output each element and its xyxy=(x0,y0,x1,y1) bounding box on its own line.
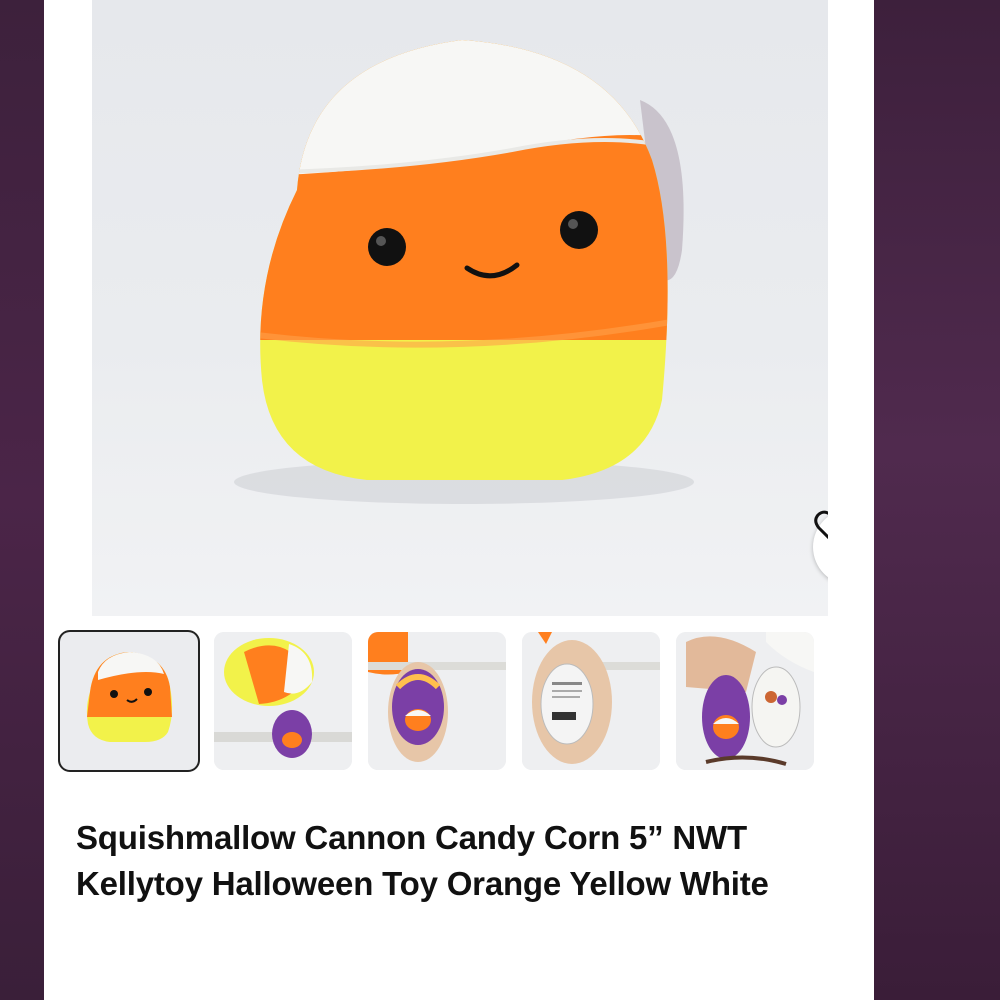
thumbnail-3[interactable] xyxy=(368,632,506,770)
thumbnail-strip xyxy=(58,630,840,772)
thumbnail-4[interactable] xyxy=(522,632,660,770)
plush-illustration xyxy=(234,40,694,504)
listing-card: Squishmallow Cannon Candy Corn 5” NWT Ke… xyxy=(44,0,874,1000)
thumbnail-2-image xyxy=(214,632,352,770)
thumbnail-1-image xyxy=(60,632,198,770)
thumbnail-5-image xyxy=(676,632,814,770)
thumbnail-2[interactable] xyxy=(214,632,352,770)
thumbnail-3-image xyxy=(368,632,506,770)
background-right xyxy=(874,0,1000,1000)
product-title: Squishmallow Cannon Candy Corn 5” NWT Ke… xyxy=(76,819,769,902)
thumbnail-5[interactable] xyxy=(676,632,814,770)
background-left xyxy=(0,0,44,1000)
thumbnail-4-image xyxy=(522,632,660,770)
main-product-image[interactable] xyxy=(92,0,828,616)
heart-icon xyxy=(814,510,828,540)
thumbnail-1[interactable] xyxy=(58,630,200,772)
